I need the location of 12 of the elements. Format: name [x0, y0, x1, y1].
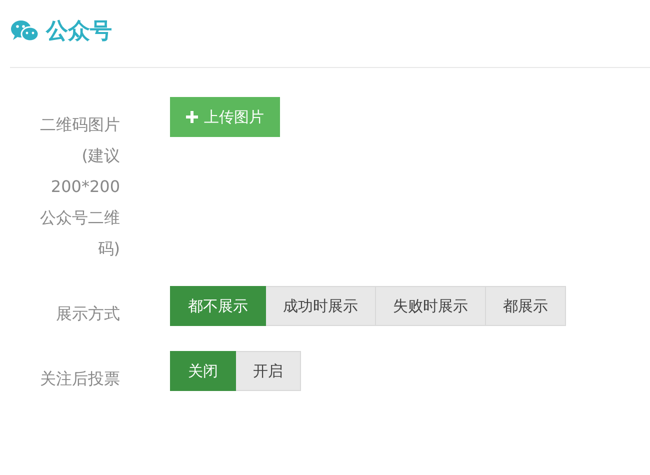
segment-option[interactable]: 失败时展示	[376, 286, 486, 326]
segment-option[interactable]: 开启	[236, 351, 301, 391]
chat-bubbles-icon	[10, 19, 40, 43]
field-label: 关注后投票	[40, 368, 120, 390]
field-label: 展示方式	[55, 303, 120, 325]
page-title: 公众号	[46, 18, 112, 46]
segment-option[interactable]: 都展示	[486, 286, 566, 326]
segment-option[interactable]: 成功时展示	[266, 286, 376, 326]
field-label: 二维码图片(建议200*200公众号二维码)	[40, 114, 120, 260]
segment-option[interactable]: 关闭	[170, 351, 236, 391]
plus-icon	[186, 111, 198, 123]
segment-option[interactable]: 都不展示	[170, 286, 266, 326]
